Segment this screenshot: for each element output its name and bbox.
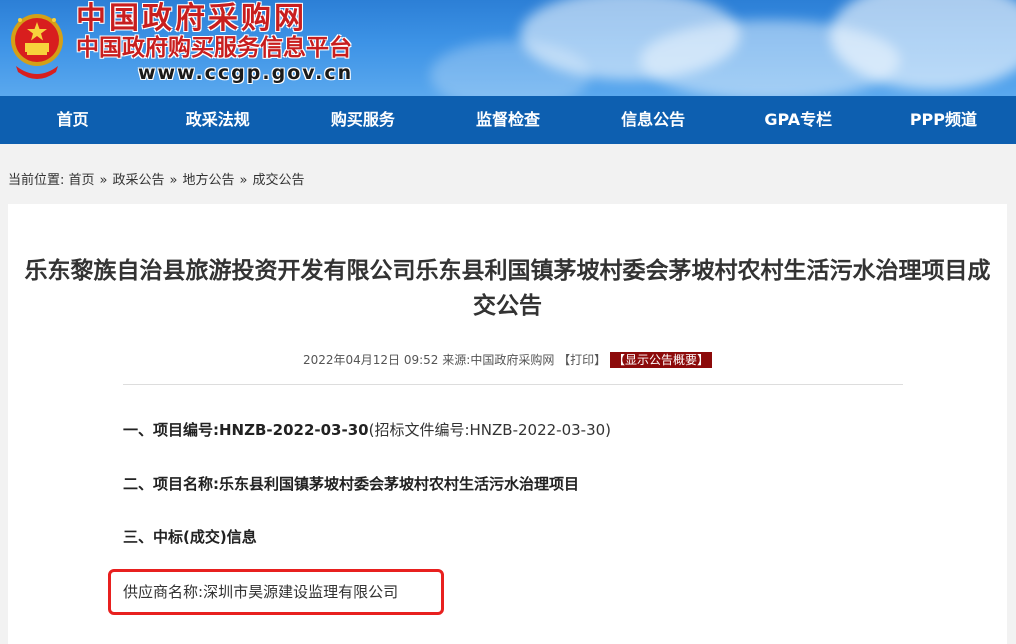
breadcrumb-separator: » bbox=[239, 173, 248, 188]
breadcrumb-label: 当前位置: bbox=[8, 173, 65, 188]
nav-item-regulations[interactable]: 政采法规 bbox=[145, 96, 290, 144]
nav-item-purchase-services[interactable]: 购买服务 bbox=[290, 96, 435, 144]
project-name-label: 二、项目名称: bbox=[123, 475, 219, 493]
site-title[interactable]: 中国政府采购网 bbox=[76, 2, 307, 36]
main-nav: 首页 政采法规 购买服务 监督检查 信息公告 GPA专栏 PPP频道 bbox=[0, 96, 1016, 144]
breadcrumb-home[interactable]: 首页 bbox=[69, 173, 95, 188]
nav-item-ppp[interactable]: PPP频道 bbox=[871, 96, 1016, 144]
award-heading: 三、中标(成交)信息 bbox=[123, 527, 257, 547]
nav-item-announcements[interactable]: 信息公告 bbox=[581, 96, 726, 144]
nav-item-supervision[interactable]: 监督检查 bbox=[435, 96, 580, 144]
article-date: 2022年04月12日 09:52 bbox=[302, 353, 439, 367]
breadcrumb-procurement-notices[interactable]: 政采公告 bbox=[113, 173, 165, 188]
article-card: 乐东黎族自治县旅游投资开发有限公司乐东县利国镇茅坡村委会茅坡村农村生活污水治理项… bbox=[8, 204, 1007, 644]
breadcrumb-separator: » bbox=[169, 173, 178, 188]
tender-doc-number: (招标文件编号:HNZB-2022-03-30) bbox=[368, 421, 612, 439]
project-name-line: 二、项目名称:乐东县利国镇茅坡村委会茅坡村农村生活污水治理项目 bbox=[123, 474, 579, 494]
breadcrumb-local-notices[interactable]: 地方公告 bbox=[183, 173, 235, 188]
source-label: 来源: bbox=[442, 353, 471, 367]
breadcrumb: 当前位置: 首页 » 政采公告 » 地方公告 » 成交公告 bbox=[8, 172, 305, 190]
breadcrumb-deal-notices[interactable]: 成交公告 bbox=[252, 173, 304, 188]
award-heading-text: 三、中标(成交)信息 bbox=[123, 528, 257, 546]
article-source: 中国政府采购网 bbox=[470, 353, 555, 367]
article-meta: 2022年04月12日 09:52 来源:中国政府采购网 【打印】 【显示公告概… bbox=[8, 352, 1007, 368]
project-number-label: 一、项目编号: bbox=[123, 421, 219, 439]
article-title: 乐东黎族自治县旅游投资开发有限公司乐东县利国镇茅坡村委会茅坡村农村生活污水治理项… bbox=[24, 258, 991, 319]
show-summary-button[interactable]: 【显示公告概要】 bbox=[610, 352, 713, 368]
supplier-highlight-box bbox=[108, 569, 444, 615]
national-emblem-icon[interactable] bbox=[8, 6, 66, 90]
project-number: HNZB-2022-03-30 bbox=[219, 421, 369, 439]
divider bbox=[123, 384, 903, 385]
breadcrumb-separator: » bbox=[99, 173, 108, 188]
print-link[interactable]: 【打印】 bbox=[558, 353, 606, 367]
nav-item-gpa[interactable]: GPA专栏 bbox=[726, 96, 871, 144]
project-number-line: 一、项目编号:HNZB-2022-03-30(招标文件编号:HNZB-2022-… bbox=[123, 420, 611, 440]
nav-item-home[interactable]: 首页 bbox=[0, 96, 145, 144]
header-banner: 中国政府采购网 中国政府购买服务信息平台 www.ccgp.gov.cn bbox=[0, 0, 1016, 96]
project-name: 乐东县利国镇茅坡村委会茅坡村农村生活污水治理项目 bbox=[219, 475, 580, 493]
site-url: www.ccgp.gov.cn bbox=[138, 62, 354, 84]
site-subtitle: 中国政府购买服务信息平台 bbox=[76, 35, 352, 61]
